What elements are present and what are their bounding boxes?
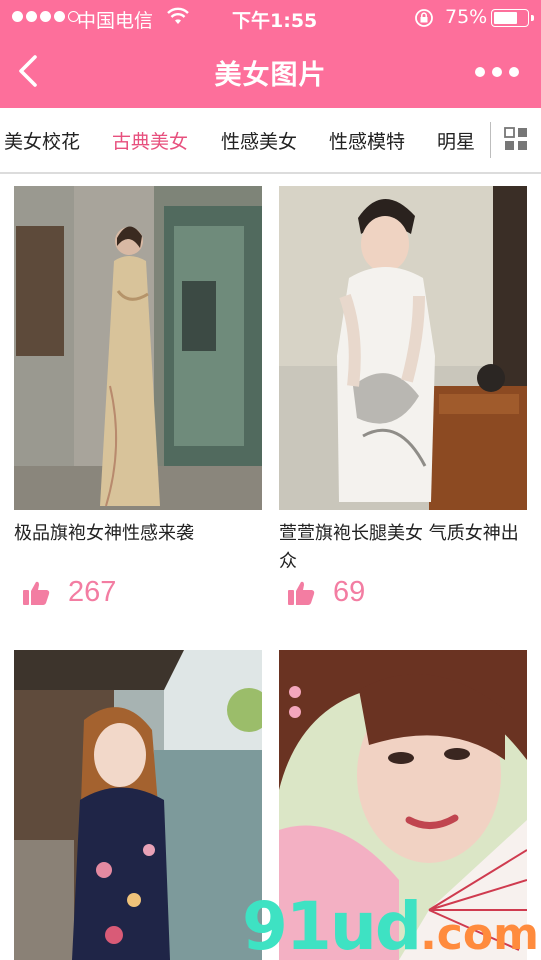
battery-icon	[491, 9, 534, 27]
photo-card[interactable]	[14, 650, 262, 960]
status-bar: 中国电信 下午1:55 75%	[0, 0, 541, 36]
tab-divider	[490, 122, 491, 158]
tab-sexy-model[interactable]: 性感模特	[329, 127, 405, 154]
tab-celebrity[interactable]: 明星	[437, 127, 475, 154]
like-count: 267	[68, 576, 117, 608]
card-caption[interactable]: 极品旗袍女神性感来袭	[14, 520, 262, 548]
carrier-name: 中国电信	[77, 10, 154, 32]
category-grid-icon[interactable]	[504, 127, 528, 151]
like-button[interactable]: 69	[287, 576, 365, 609]
photo-card[interactable]: 极品旗袍女神性感来袭 267	[14, 186, 262, 616]
like-count: 69	[333, 576, 366, 608]
watermark: 91ud.com	[242, 888, 539, 960]
more-options-icon[interactable]	[475, 67, 519, 77]
wifi-icon	[167, 7, 189, 24]
rotation-lock-icon	[415, 9, 433, 27]
thumbs-up-icon	[288, 581, 315, 605]
category-tabs: 美女校花 古典美女 性感美女 性感模特 明星	[0, 108, 541, 174]
status-time: 下午1:55	[232, 10, 318, 32]
photo-thumbnail[interactable]	[14, 186, 262, 510]
tab-school-beauty[interactable]: 美女校花	[4, 127, 80, 154]
nav-bar: 美女图片	[0, 36, 541, 108]
photo-thumbnail[interactable]	[14, 650, 262, 960]
thumbs-up-icon	[23, 581, 50, 605]
top-bar: 中国电信 下午1:55 75% 美女图片	[0, 0, 541, 108]
photo-card[interactable]: 萱萱旗袍长腿美女 气质女神出众 69	[279, 186, 527, 616]
signal-strength-icon	[12, 11, 79, 22]
tab-sexy-beauty[interactable]: 性感美女	[221, 127, 297, 154]
battery-percent: 75%	[445, 6, 488, 28]
card-caption[interactable]: 萱萱旗袍长腿美女 气质女神出众	[279, 520, 529, 576]
page-title: 美女图片	[214, 60, 327, 91]
tab-classical-beauty[interactable]: 古典美女	[112, 127, 188, 154]
like-button[interactable]: 267	[22, 576, 116, 609]
photo-thumbnail[interactable]	[279, 186, 527, 510]
